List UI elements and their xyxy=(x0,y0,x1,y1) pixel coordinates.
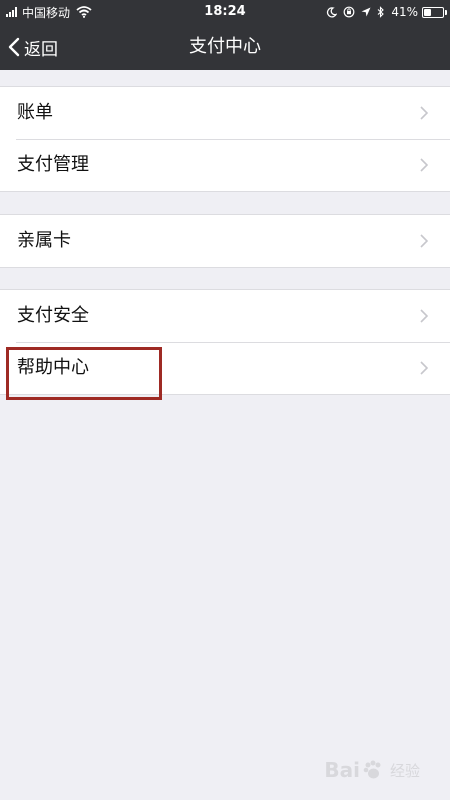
menu-item-label: 亲属卡 xyxy=(17,230,71,251)
page-title: 支付中心 xyxy=(189,36,261,57)
battery-icon xyxy=(422,6,447,18)
chevron-right-icon xyxy=(420,234,428,248)
highlight-annotation-box xyxy=(6,347,162,400)
menu-item-family-card[interactable]: 亲属卡 xyxy=(0,215,450,267)
menu-item-label: 账单 xyxy=(17,102,53,123)
navigation-bar: 返回 支付中心 xyxy=(0,24,450,70)
menu-item-label: 支付安全 xyxy=(17,305,89,326)
location-icon xyxy=(361,7,371,17)
watermark: Bai 经验 xyxy=(324,758,420,782)
menu-item-bill[interactable]: 账单 xyxy=(0,87,450,139)
rotation-lock-icon xyxy=(343,6,355,18)
battery-cap xyxy=(445,9,447,15)
watermark-text-left: Bai xyxy=(324,758,360,782)
watermark-text-right: 经验 xyxy=(389,761,420,780)
chevron-right-icon xyxy=(420,158,428,172)
menu-item-payment-security[interactable]: 支付安全 xyxy=(0,290,450,342)
menu-item-payment-management[interactable]: 支付管理 xyxy=(0,139,450,191)
chevron-right-icon xyxy=(420,361,428,375)
status-right: 41% xyxy=(326,4,447,20)
status-bar: 中国移动 18:24 41% xyxy=(0,0,450,24)
chevron-right-icon xyxy=(420,106,428,120)
menu-item-label: 支付管理 xyxy=(17,154,89,175)
moon-icon xyxy=(327,6,338,18)
chevron-right-icon xyxy=(420,309,428,323)
menu-group-billing: 账单 支付管理 xyxy=(0,86,450,192)
menu-group-family: 亲属卡 xyxy=(0,214,450,268)
paw-icon xyxy=(363,760,381,779)
bluetooth-icon xyxy=(377,6,385,18)
battery-fill xyxy=(424,8,431,16)
battery-percent: 41% xyxy=(391,5,418,19)
